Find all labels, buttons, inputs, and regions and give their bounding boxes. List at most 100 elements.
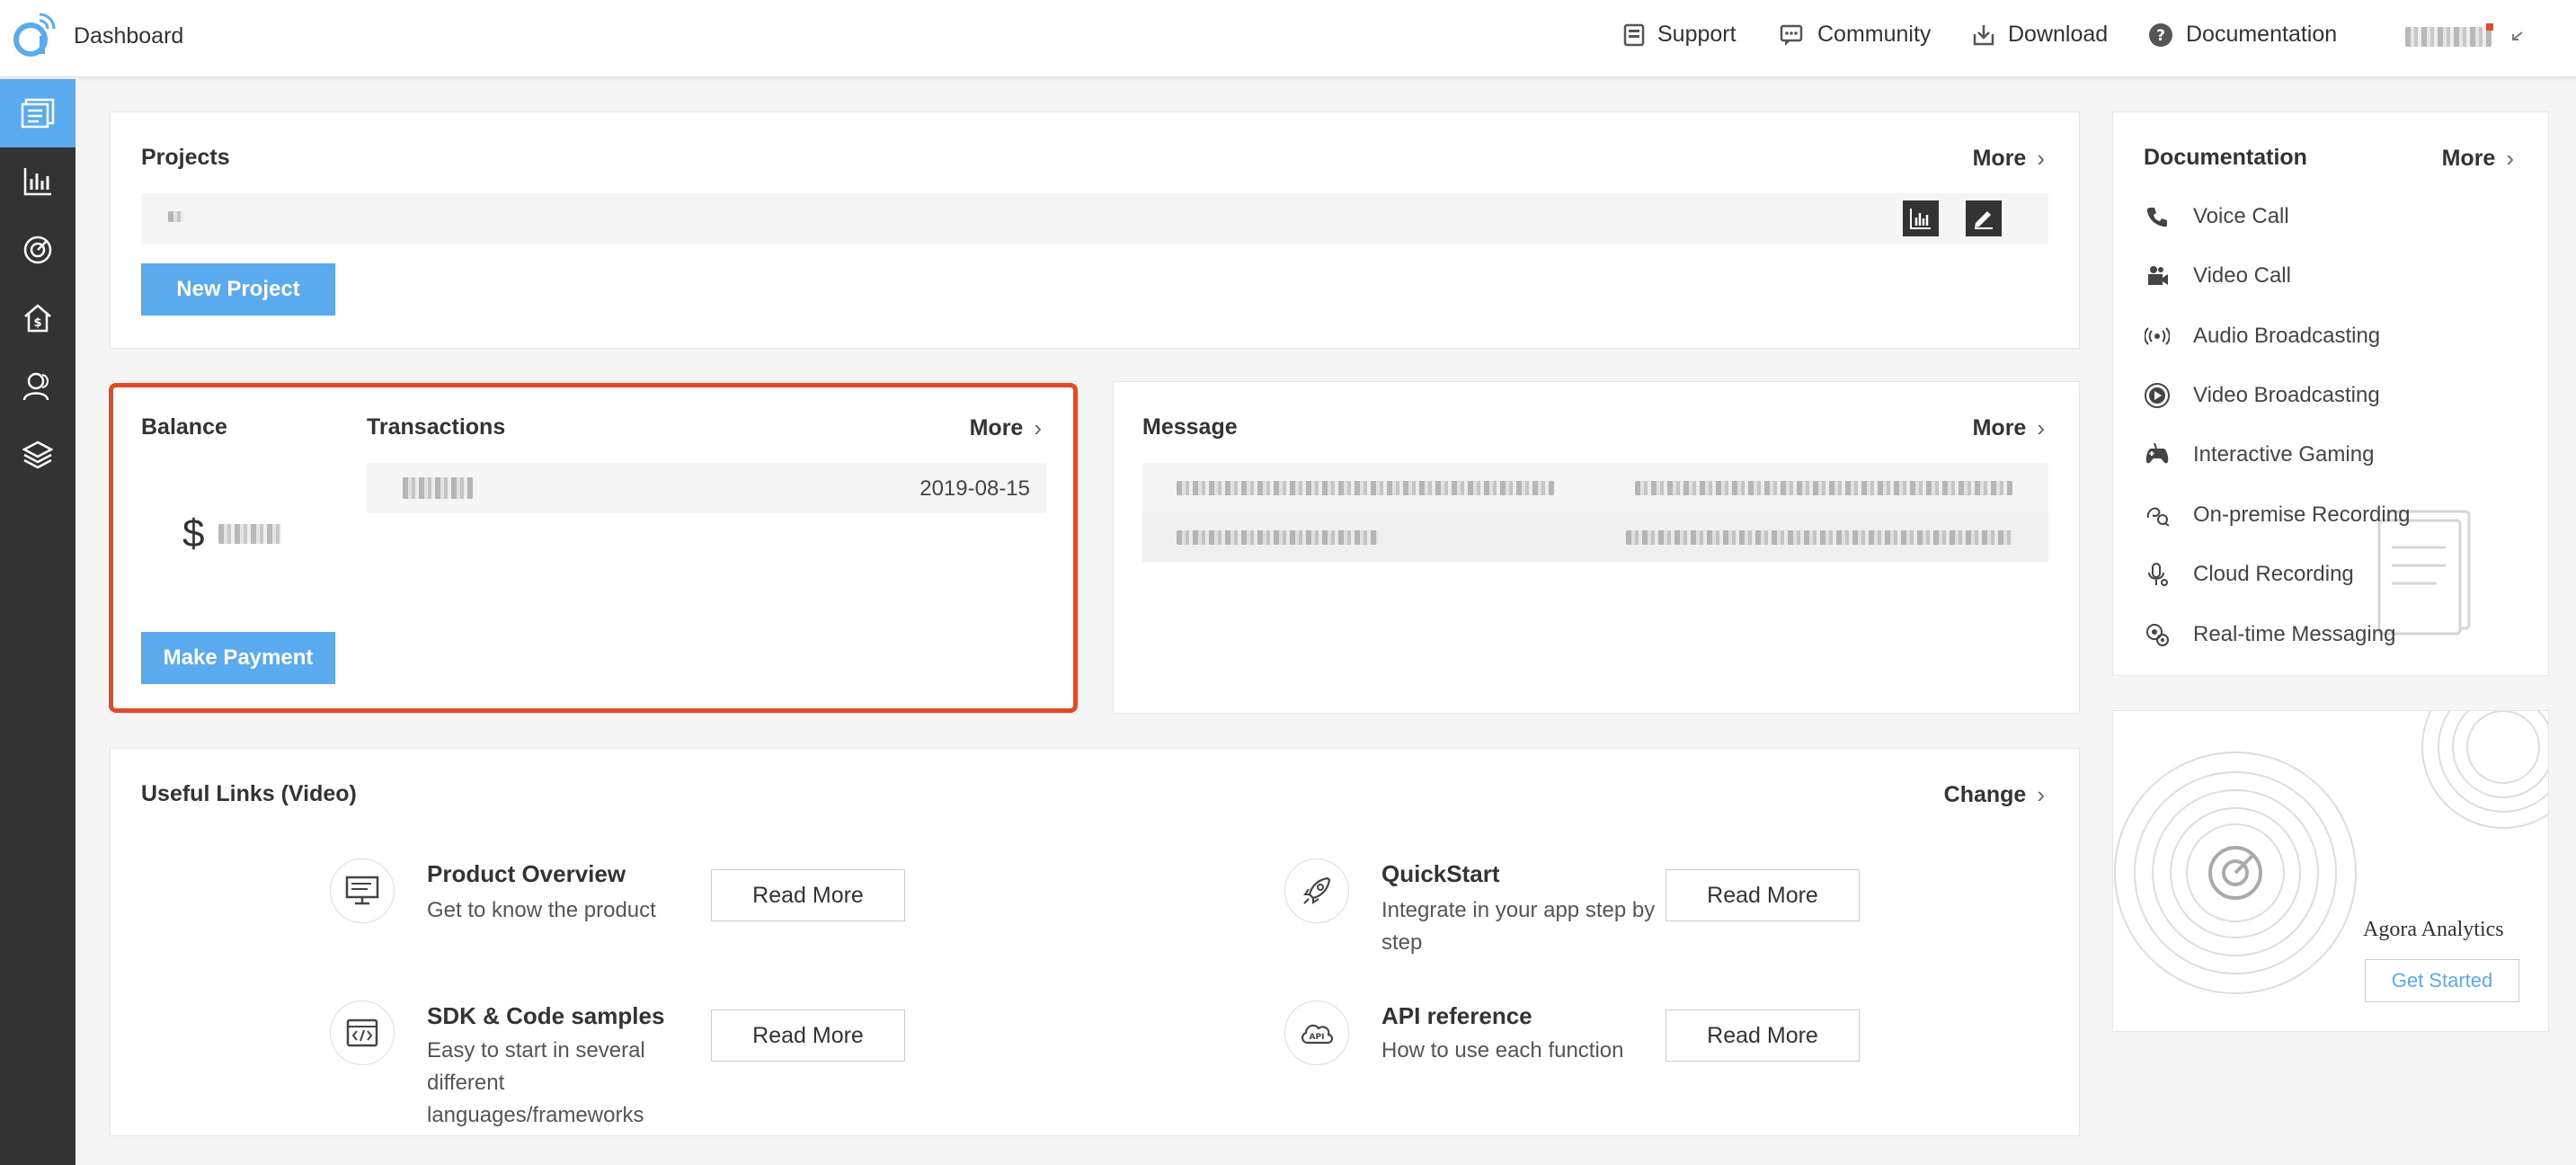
billing-home-icon: $ <box>24 304 51 333</box>
rocket-icon <box>1284 858 1349 923</box>
nav-community[interactable]: Community <box>1780 22 1931 48</box>
user-menu[interactable] <box>2402 23 2527 50</box>
doc-item-audio-broadcasting[interactable]: Audio Broadcasting <box>2143 322 2380 351</box>
sidebar-item-usage[interactable] <box>0 147 76 216</box>
products-layers-icon <box>22 440 53 469</box>
doc-item-interactive-gaming[interactable]: Interactive Gaming <box>2143 440 2374 469</box>
chevron-right-icon: › <box>2506 145 2514 172</box>
support-icon <box>1623 23 1645 46</box>
project-edit-button[interactable] <box>1966 200 2002 236</box>
project-usage-button[interactable] <box>1903 200 1939 236</box>
highlight-box <box>109 383 1078 713</box>
message-list <box>1142 463 2048 562</box>
link-desc-quickstart: Integrate in your app step by step <box>1381 898 1656 955</box>
projects-more-label: More <box>1972 146 2027 171</box>
read-more-sdk-button[interactable]: Read More <box>711 1009 905 1062</box>
message-more-label: More <box>1972 415 2027 440</box>
agora-logo[interactable] <box>9 9 58 59</box>
new-project-button[interactable]: New Project <box>141 263 335 316</box>
doc-item-label: Video Call <box>2193 263 2291 288</box>
nav-documentation-label: Documentation <box>2186 22 2338 47</box>
phone-icon <box>2143 202 2172 231</box>
message-more-link[interactable]: More › <box>1973 414 2045 442</box>
messaging-icon <box>2143 620 2172 649</box>
doc-item-cloud-recording[interactable]: Cloud Recording <box>2143 560 2354 589</box>
projects-title: Projects <box>141 145 230 170</box>
gamepad-icon <box>2143 440 2172 469</box>
useful-links-card: Useful Links (Video) Change › Product Ove… <box>110 748 2080 1136</box>
useful-links-change-link[interactable]: Change › <box>1944 781 2045 809</box>
message-row[interactable] <box>1142 512 2048 562</box>
link-title-api-reference: API reference <box>1381 1002 1532 1029</box>
nav-community-label: Community <box>1817 22 1932 47</box>
useful-links-title: Useful Links (Video) <box>141 781 357 806</box>
recording-icon <box>2143 501 2172 529</box>
doc-item-voice-call[interactable]: Voice Call <box>2143 202 2289 231</box>
download-icon <box>1973 24 1994 45</box>
chevron-down-icon <box>2512 31 2523 40</box>
code-icon <box>330 1000 395 1065</box>
chevron-right-icon: › <box>2037 414 2045 441</box>
analytics-promo-title: Agora Analytics <box>2363 918 2504 941</box>
nav-support[interactable]: Support <box>1623 22 1737 48</box>
analytics-promo-card: Agora Analytics Get Started <box>2112 710 2549 1032</box>
doc-item-on-premise-recording[interactable]: On-premise Recording <box>2143 501 2410 529</box>
doc-item-label: Video Broadcasting <box>2193 383 2380 407</box>
doc-item-label: Voice Call <box>2193 204 2289 228</box>
read-more-quickstart-button[interactable]: Read More <box>1666 869 1860 921</box>
projects-card: Projects More › New Project <box>110 111 2080 349</box>
app-title[interactable]: Dashboard <box>74 23 183 49</box>
api-cloud-icon: API <box>1284 1000 1349 1065</box>
project-name-redacted <box>168 211 184 222</box>
nav-download[interactable]: Download <box>1972 22 2108 48</box>
sidebar-item-products[interactable] <box>0 421 76 489</box>
documentation-more-link[interactable]: More › <box>2442 145 2514 173</box>
projects-icon <box>21 98 55 129</box>
monitor-icon <box>330 858 395 923</box>
link-title-sdk-code-samples: SDK & Code samples <box>427 1002 665 1029</box>
svg-text:$: $ <box>33 316 41 330</box>
read-more-api-button[interactable]: Read More <box>1666 1009 1860 1062</box>
members-icon <box>22 372 49 401</box>
documentation-title: Documentation <box>2144 145 2307 170</box>
doc-item-label: Real-time Messaging <box>2193 622 2396 646</box>
top-bar: Dashboard Support Community Download ? D… <box>0 0 2576 77</box>
chevron-right-icon: › <box>2037 145 2045 172</box>
nav-documentation[interactable]: ? Documentation <box>2148 22 2337 48</box>
svg-text:?: ? <box>2156 27 2165 45</box>
nav-support-label: Support <box>1657 22 1737 47</box>
project-row[interactable] <box>141 193 2048 244</box>
chevron-right-icon: › <box>2037 781 2045 808</box>
play-circle-icon <box>2143 381 2172 410</box>
sidebar-item-members[interactable] <box>0 352 76 421</box>
doc-item-label: Interactive Gaming <box>2193 442 2375 467</box>
link-desc-api-reference: How to use each function <box>1381 1038 1624 1063</box>
doc-item-video-broadcasting[interactable]: Video Broadcasting <box>2143 381 2380 410</box>
doc-item-label: Audio Broadcasting <box>2193 324 2381 348</box>
microphone-icon <box>2143 560 2172 589</box>
projects-more-link[interactable]: More › <box>1973 145 2045 173</box>
edit-pencil-icon <box>1975 211 1993 229</box>
video-camera-icon <box>2143 262 2172 290</box>
get-started-button[interactable]: Get Started <box>2365 959 2519 1002</box>
doc-item-real-time-messaging[interactable]: Real-time Messaging <box>2143 620 2395 649</box>
message-preview-redacted <box>1635 481 2012 495</box>
link-desc-sdk-code-samples: Easy to start in several different langu… <box>427 1038 645 1127</box>
sidebar-item-analytics[interactable] <box>0 216 76 284</box>
user-status-dot <box>2486 23 2493 31</box>
message-preview-redacted <box>1626 530 2012 545</box>
sidebar-item-billing[interactable]: $ <box>0 284 76 352</box>
nav-download-label: Download <box>2008 22 2109 47</box>
broadcast-icon <box>2143 322 2172 351</box>
message-row[interactable] <box>1142 463 2048 512</box>
link-desc-product-overview: Get to know the product <box>427 898 656 922</box>
doc-item-video-call[interactable]: Video Call <box>2143 262 2291 290</box>
doc-item-label: Cloud Recording <box>2193 562 2354 586</box>
read-more-product-overview-button[interactable]: Read More <box>711 869 905 921</box>
message-subject-redacted <box>1177 481 1554 495</box>
community-icon <box>1780 24 1803 46</box>
bar-chart-icon <box>1910 209 1931 229</box>
documentation-icon: ? <box>2149 22 2172 47</box>
user-name-redacted <box>2405 27 2492 47</box>
sidebar-item-projects[interactable] <box>0 79 76 147</box>
